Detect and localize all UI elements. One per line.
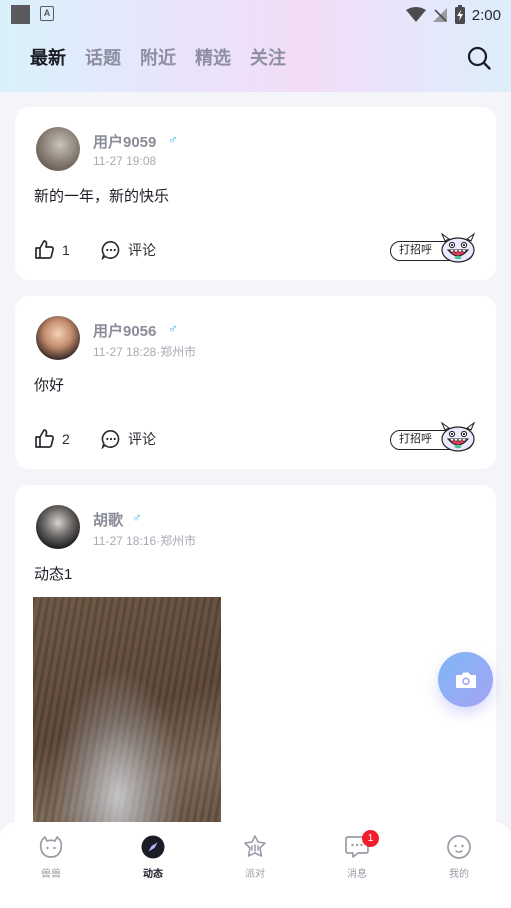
bottom-nav: 兽兽 动态 派对 1 消息 我的 [0,822,511,908]
comment-icon [101,240,120,260]
notification-square-icon [11,5,30,24]
tab-latest[interactable]: 最新 [30,44,66,70]
comment-button[interactable]: 评论 [101,240,156,260]
post-username[interactable]: 胡歌 [93,509,123,530]
post-card[interactable]: 用户9056 ♂ 11-27 18:28·郑州市 你好 2 评论 打招呼 [15,296,496,469]
nav-moments[interactable]: 动态 [123,834,183,880]
like-count: 2 [62,430,70,447]
status-bar: A 2:00 [0,0,511,30]
profile-icon [447,835,471,859]
feed-list: 用户9059 ♂ 11-27 19:08 新的一年，新的快乐 1 评论 打招呼 [15,107,496,908]
screen: A 2:00 最新 话题 附近 精选 关注 用户9059 ♂ 11-27 19:… [0,0,511,908]
top-header: A 2:00 最新 话题 附近 精选 关注 [0,0,511,92]
nav-messages[interactable]: 1 消息 [327,830,387,880]
male-gender-icon: ♂ [132,510,142,525]
post-username[interactable]: 用户9059 [93,131,156,152]
post-meta: 11-27 18:16·郑州市 [93,534,197,548]
feed-tabs: 最新 话题 附近 精选 关注 [30,44,286,70]
nav-beast[interactable]: 兽兽 [21,834,81,880]
post-actions: 2 评论 [34,428,156,449]
nav-label: 消息 [347,869,367,880]
unread-badge: 1 [362,830,379,847]
compass-icon [141,835,165,859]
post-content: 你好 [34,377,65,394]
status-right: 2:00 [405,4,501,26]
nav-label: 我的 [449,869,469,880]
post-actions: 1 评论 [34,239,156,260]
tab-topics[interactable]: 话题 [85,44,121,70]
avatar[interactable] [36,505,80,549]
wifi-icon [405,7,426,22]
thumbs-up-icon [35,429,54,448]
tab-following[interactable]: 关注 [250,44,286,70]
post-card[interactable]: 用户9059 ♂ 11-27 19:08 新的一年，新的快乐 1 评论 打招呼 [15,107,496,280]
nav-label: 兽兽 [41,869,61,880]
comment-label: 评论 [128,430,156,447]
post-content: 动态1 [34,566,73,583]
thumbs-up-icon [35,240,54,259]
tab-featured[interactable]: 精选 [195,44,231,70]
greet-button[interactable]: 打招呼 [390,421,478,453]
male-gender-icon: ♂ [168,132,178,147]
avatar[interactable] [36,127,80,171]
party-icon [244,835,266,857]
comment-label: 评论 [128,241,156,258]
comment-icon [101,429,120,449]
tab-nearby[interactable]: 附近 [140,44,176,70]
like-button[interactable]: 2 [34,428,101,449]
post-content: 新的一年，新的快乐 [34,188,170,205]
signal-off-icon [432,8,447,22]
post-meta: 11-27 19:08 [93,154,157,168]
beast-icon [39,836,63,858]
post-username[interactable]: 用户9056 [93,320,156,341]
camera-icon [455,672,476,688]
male-gender-icon: ♂ [168,321,178,336]
camera-post-button[interactable] [438,652,493,707]
comment-button[interactable]: 评论 [101,429,156,449]
like-count: 1 [62,241,70,258]
notification-a-icon: A [40,6,54,21]
like-button[interactable]: 1 [34,239,101,260]
nav-party[interactable]: 派对 [225,834,285,880]
nav-label: 动态 [143,869,163,880]
avatar[interactable] [36,316,80,360]
battery-charging-icon [454,5,465,24]
greet-button[interactable]: 打招呼 [390,232,478,264]
search-icon[interactable] [466,45,492,71]
post-meta: 11-27 18:28·郑州市 [93,345,197,359]
monster-mascot-icon [440,421,476,452]
nav-label: 派对 [245,869,265,880]
monster-mascot-icon [440,232,476,263]
clock: 2:00 [471,6,501,24]
nav-profile[interactable]: 我的 [429,834,489,880]
